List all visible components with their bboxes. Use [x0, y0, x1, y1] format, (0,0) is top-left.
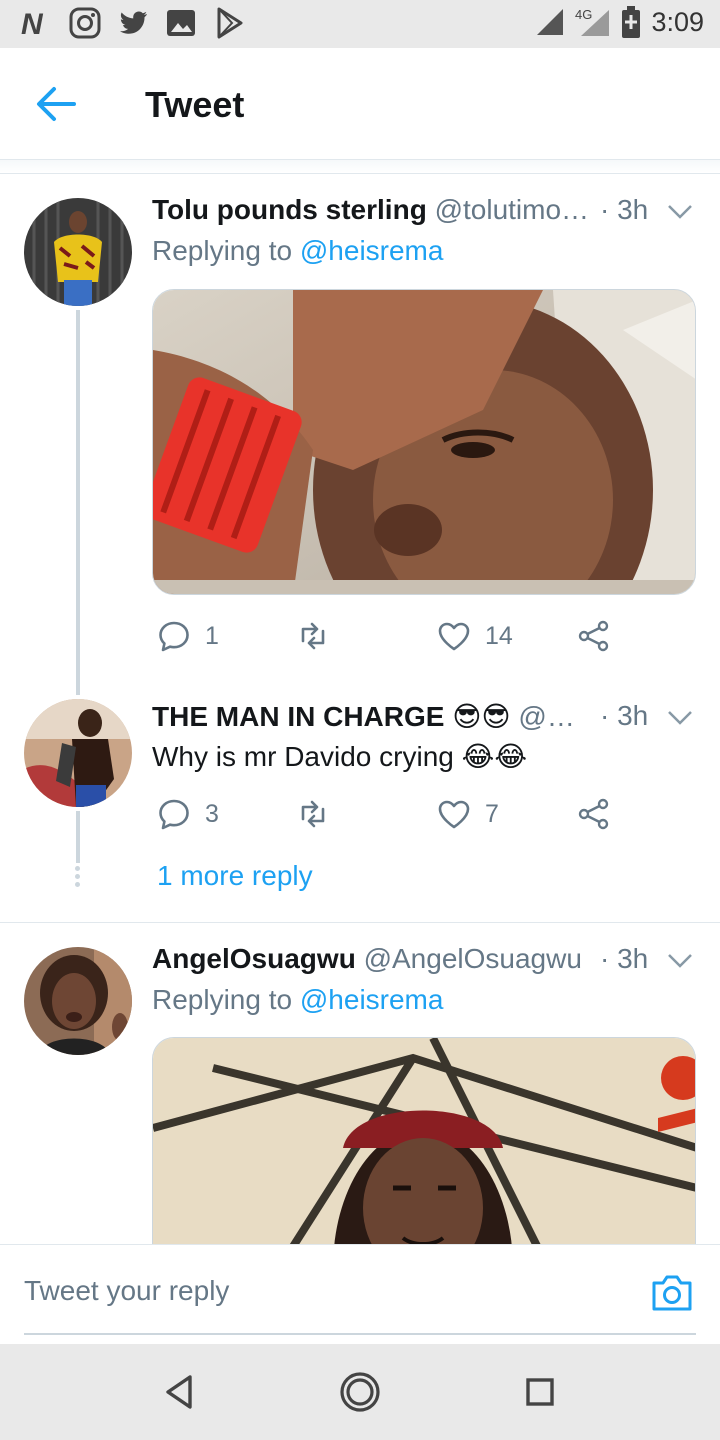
app-header: Tweet — [0, 48, 720, 160]
twitter-icon — [120, 11, 147, 34]
reply-button[interactable]: 1 — [157, 619, 219, 653]
tweet-header: THE MAN IN CHARGE 😎😎 @… — [152, 700, 575, 733]
replying-to: Replying to @heisrema — [152, 235, 443, 267]
more-replies-link[interactable]: 1 more reply — [157, 860, 313, 892]
replying-to: Replying to @heisrema — [152, 984, 443, 1016]
tweet-image[interactable] — [152, 1037, 696, 1277]
play-store-icon — [217, 7, 243, 39]
reply-count: 1 — [205, 621, 219, 650]
share-icon — [578, 620, 609, 652]
display-name[interactable]: AngelOsuagwu — [152, 943, 356, 974]
reply-icon — [159, 799, 189, 830]
username[interactable]: @… — [518, 701, 574, 732]
replying-to-label: Replying to — [152, 235, 293, 266]
svg-text:N: N — [21, 8, 44, 40]
chevron-down-icon[interactable] — [666, 951, 694, 971]
page-title: Tweet — [145, 84, 245, 125]
display-name[interactable]: Tolu pounds sterling — [152, 194, 427, 225]
tweet-text: Why is mr Davido crying 😂😂 — [152, 741, 528, 772]
like-button[interactable]: 14 — [437, 619, 513, 653]
tweet-header: AngelOsuagwu @AngelOsuagwu — [152, 943, 582, 975]
reply-input[interactable]: Tweet your reply — [24, 1275, 229, 1307]
timestamp: · 3h — [600, 700, 649, 731]
avatar[interactable] — [24, 198, 132, 306]
share-button[interactable] — [577, 619, 611, 653]
avatar[interactable] — [24, 699, 132, 807]
reply-count: 3 — [205, 799, 219, 828]
mention-link[interactable]: @heisrema — [300, 235, 444, 266]
notification-icons: N — [20, 6, 246, 40]
heart-icon — [438, 800, 470, 829]
clock: 3:09 — [651, 6, 704, 37]
replying-to-label: Replying to — [152, 984, 293, 1015]
reply-icon — [159, 621, 189, 652]
share-icon — [578, 798, 609, 830]
like-count: 7 — [485, 799, 499, 828]
chevron-down-icon[interactable] — [666, 202, 694, 222]
status-bar: N 4G 3:09 — [0, 0, 720, 48]
reply-button[interactable]: 3 — [157, 797, 219, 831]
avatar[interactable] — [24, 947, 132, 1055]
tweet-image[interactable] — [152, 289, 696, 595]
thread-dots — [75, 866, 81, 888]
retweet-icon — [301, 800, 325, 828]
header-divider — [0, 160, 720, 174]
like-count: 14 — [485, 621, 513, 650]
thread-line — [76, 310, 80, 695]
mention-link[interactable]: @heisrema — [300, 984, 444, 1015]
home-circle-icon[interactable] — [338, 1370, 382, 1414]
back-triangle-icon[interactable] — [158, 1370, 202, 1414]
back-arrow-icon[interactable] — [34, 84, 78, 124]
retweet-button[interactable] — [296, 797, 330, 831]
timestamp: · 3h — [600, 194, 649, 225]
tweet-header: Tolu pounds sterling @tolutimo… — [152, 194, 589, 226]
like-button[interactable]: 7 — [437, 797, 499, 831]
thread-line — [76, 811, 80, 863]
retweet-icon — [301, 622, 325, 650]
timestamp: · 3h — [600, 943, 649, 974]
input-underline — [24, 1333, 696, 1335]
camera-icon[interactable] — [650, 1273, 694, 1313]
nairaland-icon: N — [21, 8, 44, 40]
network-4g-icon: 4G — [575, 7, 610, 36]
username[interactable]: @AngelOsuagwu — [364, 943, 582, 974]
display-name[interactable]: THE MAN IN CHARGE 😎😎 — [152, 701, 511, 732]
heart-icon — [438, 622, 470, 651]
network-label: 4G — [575, 7, 592, 22]
system-nav-bar — [0, 1344, 720, 1440]
signal-icon — [537, 9, 564, 35]
battery-icon — [622, 6, 641, 38]
instagram-icon — [69, 7, 101, 39]
gallery-icon — [167, 10, 195, 36]
chevron-down-icon[interactable] — [666, 708, 694, 728]
recents-square-icon[interactable] — [518, 1370, 562, 1414]
username[interactable]: @tolutimo… — [435, 194, 589, 225]
tweet-divider — [0, 922, 720, 923]
reply-composer: Tweet your reply — [0, 1244, 720, 1344]
retweet-button[interactable] — [296, 619, 330, 653]
share-button[interactable] — [577, 797, 611, 831]
